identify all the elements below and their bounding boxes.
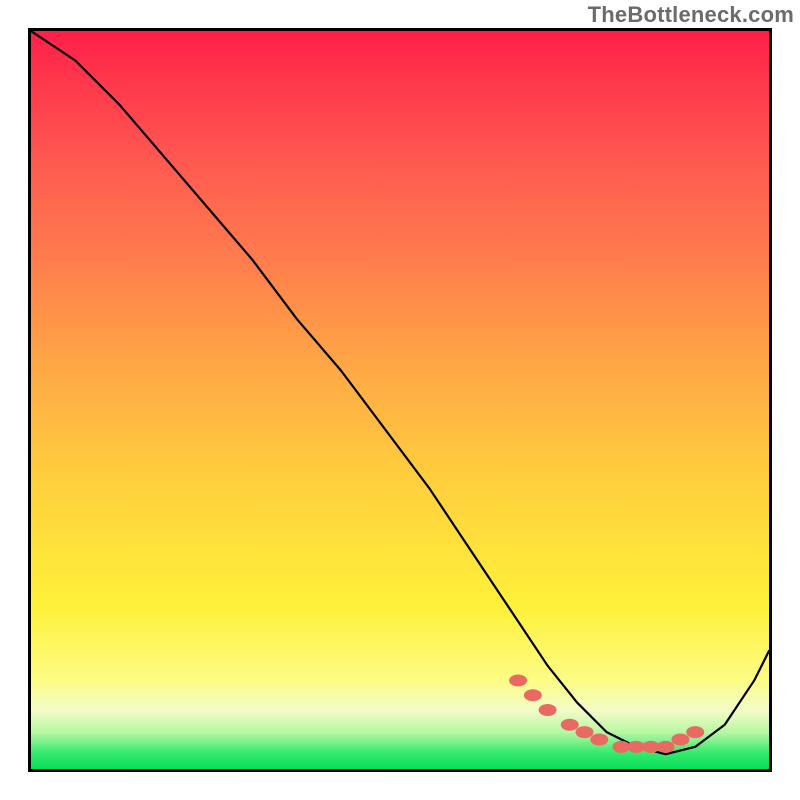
near-optimum-markers	[509, 674, 704, 752]
marker-point	[561, 719, 579, 731]
chart-stage: TheBottleneck.com	[0, 0, 800, 800]
marker-point	[539, 704, 557, 716]
marker-point	[524, 689, 542, 701]
marker-point	[657, 741, 675, 753]
plot-area	[28, 28, 772, 772]
marker-point	[576, 726, 594, 738]
marker-point	[671, 733, 689, 745]
marker-point	[686, 726, 704, 738]
marker-point	[509, 674, 527, 686]
marker-point	[590, 733, 608, 745]
markers-layer	[31, 31, 769, 769]
watermark-text: TheBottleneck.com	[588, 2, 794, 28]
